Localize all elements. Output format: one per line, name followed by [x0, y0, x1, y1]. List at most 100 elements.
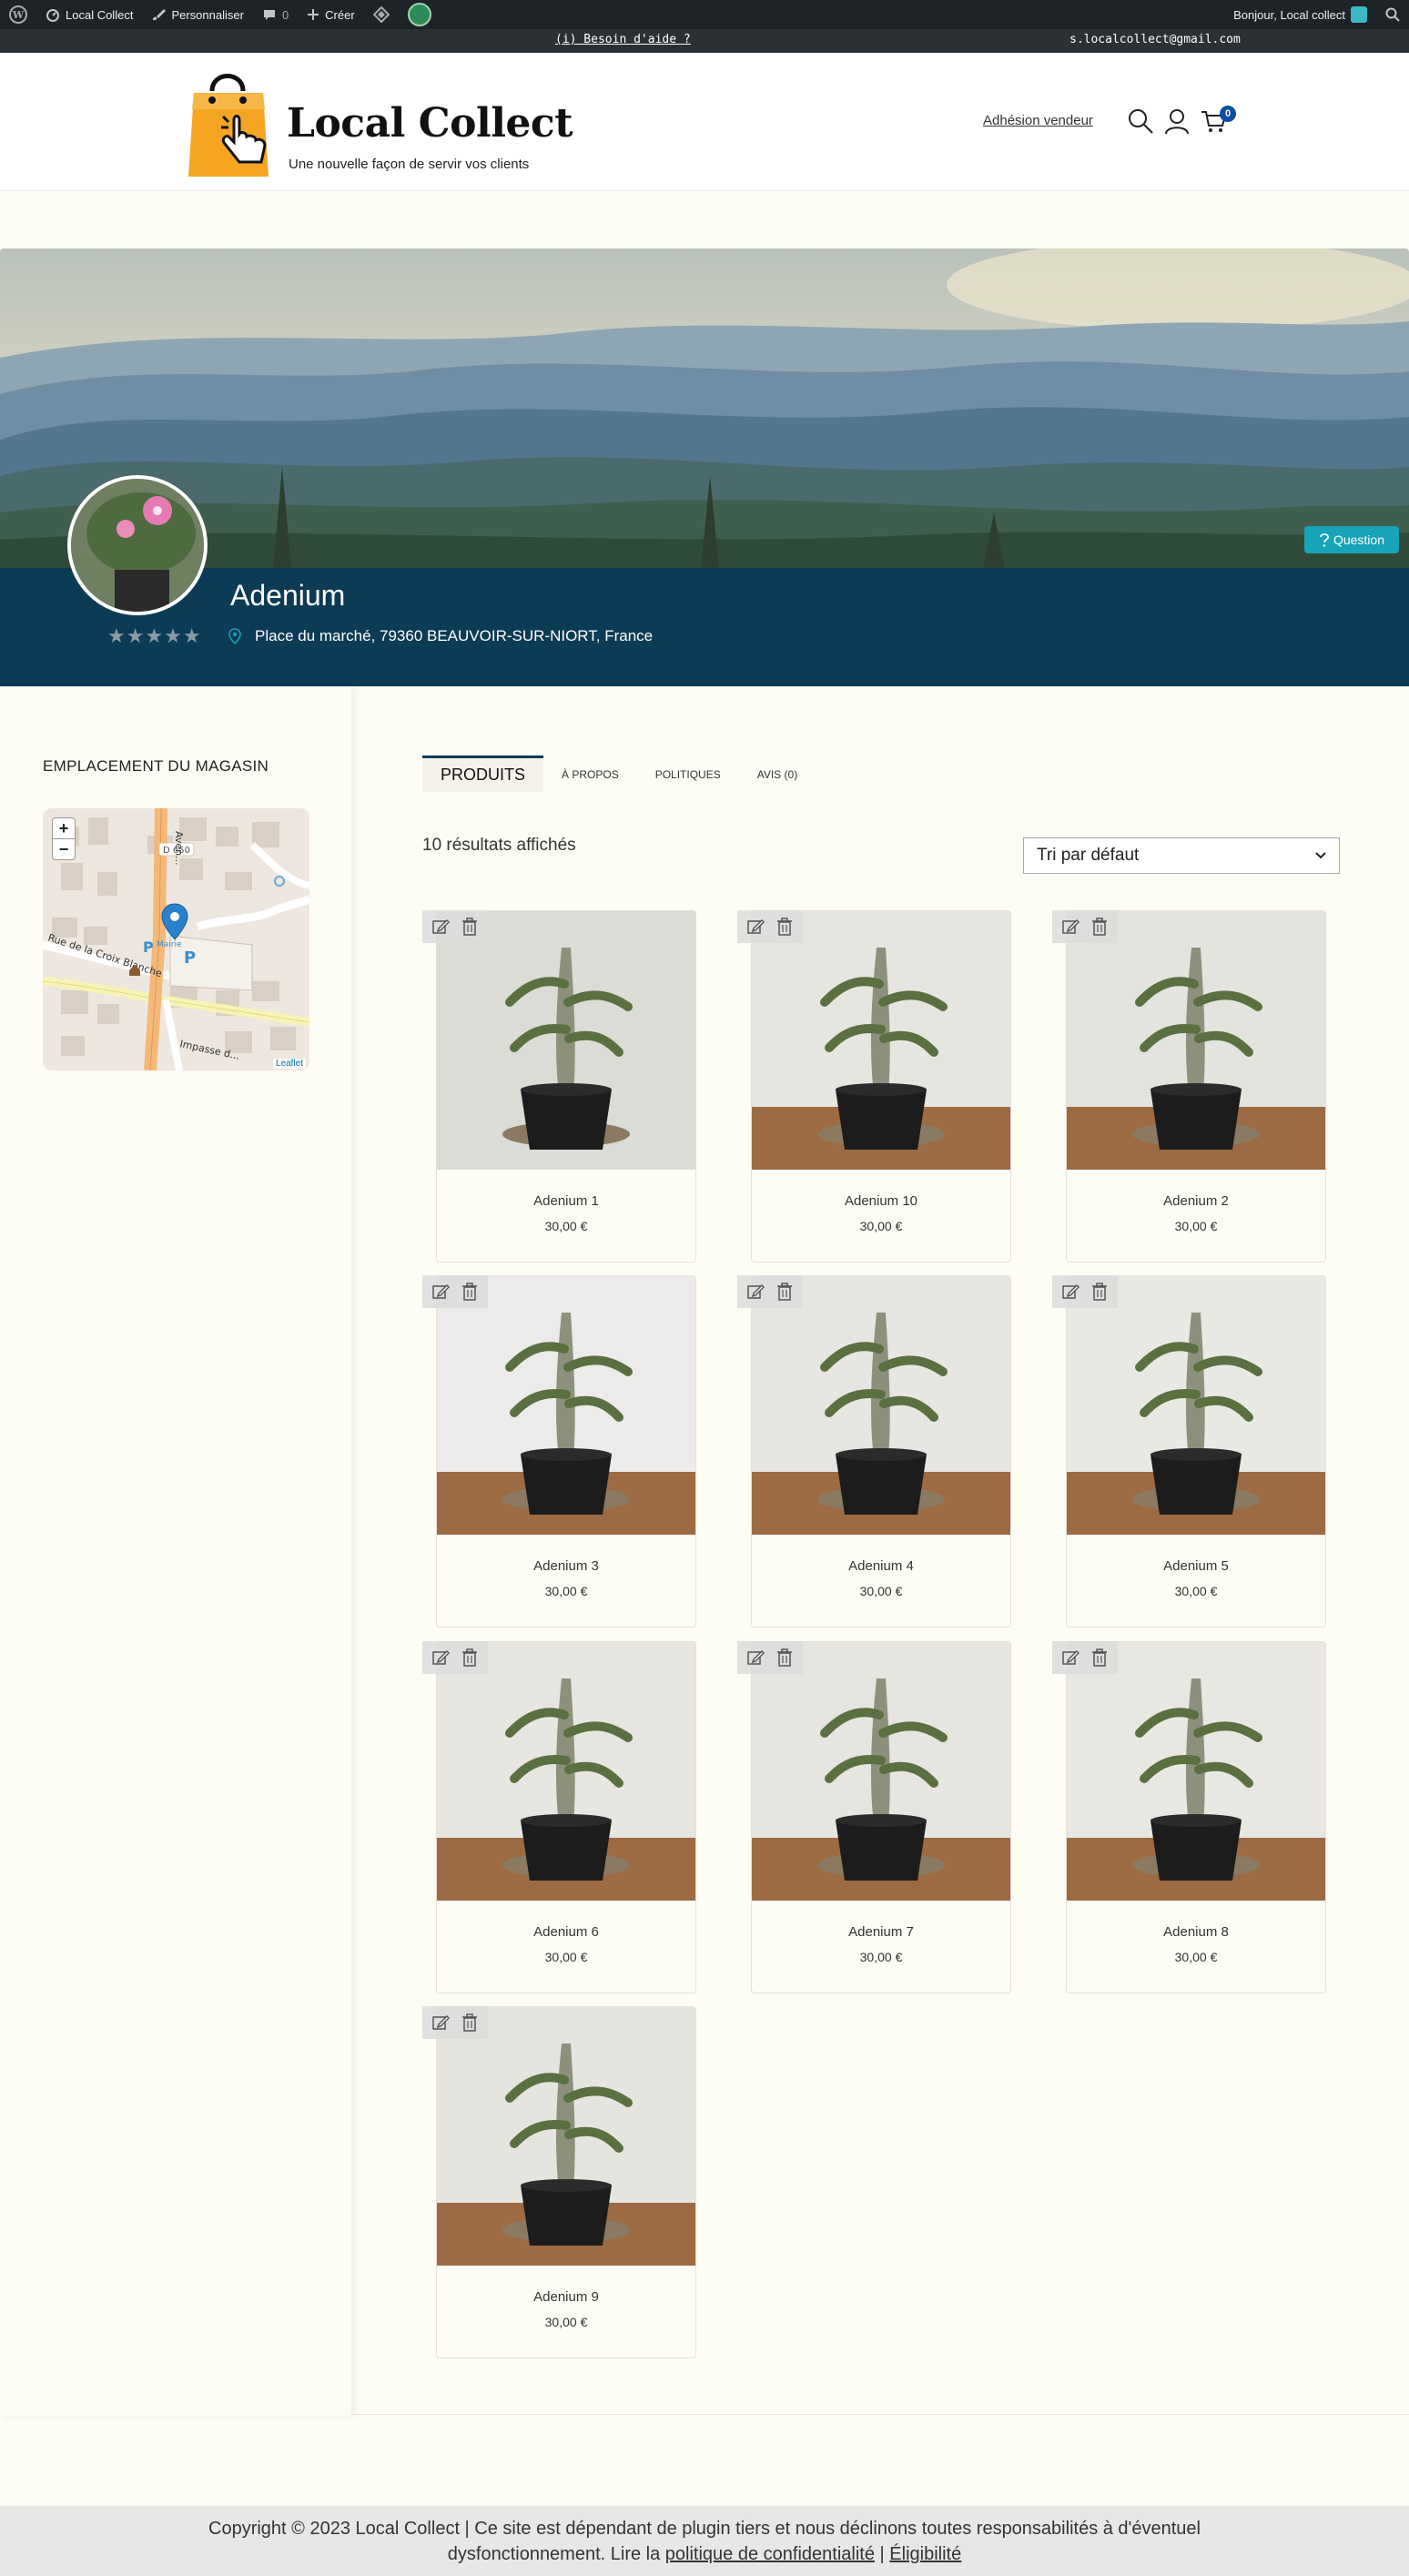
- chevron-down-icon: [1315, 852, 1326, 859]
- product-actions: [1052, 910, 1118, 943]
- product-name[interactable]: Adenium 8: [1067, 1924, 1325, 1940]
- product-name[interactable]: Adenium 5: [1067, 1558, 1325, 1574]
- admin-customize-link[interactable]: Personnaliser: [142, 0, 253, 29]
- admin-plugin-link[interactable]: [399, 0, 441, 29]
- product-price: 30,00 €: [544, 1219, 588, 1233]
- trash-icon[interactable]: [459, 2012, 481, 2033]
- product-image[interactable]: [437, 1276, 695, 1535]
- product-name[interactable]: Adenium 3: [437, 1558, 695, 1574]
- admin-search-button[interactable]: [1376, 0, 1409, 29]
- product-image[interactable]: [752, 1276, 1010, 1535]
- product-name[interactable]: Adenium 6: [437, 1924, 695, 1940]
- store-tabs: PRODUITS À PROPOS POLITIQUES AVIS (0): [422, 756, 816, 792]
- product-price: 30,00 €: [859, 1219, 903, 1233]
- map-zoom-in-button[interactable]: +: [52, 817, 76, 839]
- sort-select[interactable]: Tri par défaut: [1023, 837, 1340, 874]
- product-name[interactable]: Adenium 7: [752, 1924, 1010, 1940]
- store-location-map[interactable]: D 650 Rue de la Croix Blanche Impasse d.…: [43, 808, 309, 1070]
- product-card[interactable]: Adenium 4 30,00 €: [751, 1275, 1011, 1628]
- user-account-icon[interactable]: [1163, 107, 1191, 135]
- question-button[interactable]: Question: [1304, 526, 1399, 553]
- admin-create-link[interactable]: Créer: [298, 0, 364, 29]
- mountain-landscape-image: [0, 248, 1409, 569]
- product-price: 30,00 €: [1174, 1950, 1218, 1964]
- product-image[interactable]: [1067, 1642, 1325, 1901]
- product-card[interactable]: Adenium 6 30,00 €: [436, 1641, 696, 1993]
- edit-icon[interactable]: [745, 916, 766, 938]
- edit-icon[interactable]: [745, 1281, 766, 1303]
- brush-icon: [153, 9, 167, 21]
- site-logo-title[interactable]: Local Collect: [287, 100, 573, 147]
- product-actions: [1052, 1641, 1118, 1674]
- question-label: Question: [1333, 532, 1385, 547]
- product-card[interactable]: Adenium 9 30,00 €: [436, 2006, 696, 2358]
- product-image[interactable]: [437, 1642, 695, 1901]
- trash-icon[interactable]: [1089, 916, 1110, 938]
- trash-icon[interactable]: [774, 1281, 796, 1303]
- edit-icon[interactable]: [430, 2012, 451, 2033]
- footer-line-2: dysfonctionnement. Lire la politique de …: [0, 2541, 1409, 2567]
- product-card[interactable]: Adenium 5 30,00 €: [1066, 1275, 1326, 1628]
- trash-icon[interactable]: [459, 1281, 481, 1303]
- product-card[interactable]: Adenium 10 30,00 €: [751, 910, 1011, 1263]
- product-image[interactable]: [752, 911, 1010, 1170]
- edit-icon[interactable]: [1059, 916, 1081, 938]
- admin-site-name-link[interactable]: Local Collect: [36, 0, 142, 29]
- privacy-policy-link[interactable]: politique de confidentialité: [665, 2544, 875, 2564]
- edit-icon[interactable]: [430, 1281, 451, 1303]
- edit-icon[interactable]: [1059, 1647, 1081, 1668]
- product-price: 30,00 €: [1174, 1584, 1218, 1598]
- tab-about[interactable]: À PROPOS: [543, 768, 637, 792]
- admin-account-link[interactable]: Bonjour, Local collect: [1224, 0, 1376, 29]
- cart-count-badge: 0: [1220, 106, 1236, 122]
- edit-icon[interactable]: [430, 916, 451, 938]
- product-card[interactable]: Adenium 7 30,00 €: [751, 1641, 1011, 1993]
- edit-icon[interactable]: [745, 1647, 766, 1668]
- product-image[interactable]: [437, 911, 695, 1170]
- wordpress-icon: W: [9, 5, 27, 24]
- results-count: 10 résultats affichés: [422, 836, 576, 855]
- trash-icon[interactable]: [459, 1647, 481, 1668]
- footer-separator: |: [879, 2544, 885, 2564]
- trash-icon[interactable]: [459, 916, 481, 938]
- product-image[interactable]: [1067, 1276, 1325, 1535]
- product-image[interactable]: [1067, 911, 1325, 1170]
- store-address: Place du marché, 79360 BEAUVOIR-SUR-NIOR…: [255, 627, 654, 644]
- help-link[interactable]: (i) Besoin d'aide ?: [555, 33, 691, 46]
- product-image[interactable]: [437, 2007, 695, 2266]
- trash-icon[interactable]: [1089, 1281, 1110, 1303]
- product-image[interactable]: [752, 1642, 1010, 1901]
- tab-reviews[interactable]: AVIS (0): [739, 768, 816, 792]
- admin-diamond-link[interactable]: [364, 0, 399, 29]
- product-actions: [737, 910, 803, 943]
- search-icon[interactable]: [1127, 107, 1154, 135]
- product-card[interactable]: Adenium 8 30,00 €: [1066, 1641, 1326, 1993]
- product-name[interactable]: Adenium 1: [437, 1193, 695, 1209]
- wordpress-logo-button[interactable]: W: [0, 0, 36, 29]
- map-attribution-link[interactable]: Leaflet: [272, 1059, 306, 1069]
- trash-icon[interactable]: [774, 916, 796, 938]
- product-price: 30,00 €: [859, 1584, 903, 1598]
- location-pin-icon: [228, 628, 241, 644]
- shopping-bag-logo-icon[interactable]: [187, 64, 273, 180]
- tab-products[interactable]: PRODUITS: [422, 756, 544, 792]
- store-info-band: [0, 568, 1409, 686]
- product-card[interactable]: Adenium 1 30,00 €: [436, 910, 696, 1263]
- admin-comments-link[interactable]: 0: [253, 0, 298, 29]
- dashboard-icon: [46, 9, 59, 22]
- eligibility-link[interactable]: Éligibilité: [889, 2544, 961, 2564]
- product-name[interactable]: Adenium 9: [437, 2289, 695, 2305]
- map-zoom-out-button[interactable]: −: [52, 838, 76, 860]
- product-name[interactable]: Adenium 10: [752, 1193, 1010, 1209]
- notice-bar: (i) Besoin d'aide ? s.localcollect@gmail…: [0, 29, 1409, 53]
- product-card[interactable]: Adenium 3 30,00 €: [436, 1275, 696, 1628]
- tab-policies[interactable]: POLITIQUES: [637, 768, 739, 792]
- product-name[interactable]: Adenium 4: [752, 1558, 1010, 1574]
- edit-icon[interactable]: [430, 1647, 451, 1668]
- product-name[interactable]: Adenium 2: [1067, 1193, 1325, 1209]
- product-card[interactable]: Adenium 2 30,00 €: [1066, 910, 1326, 1263]
- trash-icon[interactable]: [774, 1647, 796, 1668]
- edit-icon[interactable]: [1059, 1281, 1081, 1303]
- vendor-membership-link[interactable]: Adhésion vendeur: [983, 113, 1093, 128]
- trash-icon[interactable]: [1089, 1647, 1110, 1668]
